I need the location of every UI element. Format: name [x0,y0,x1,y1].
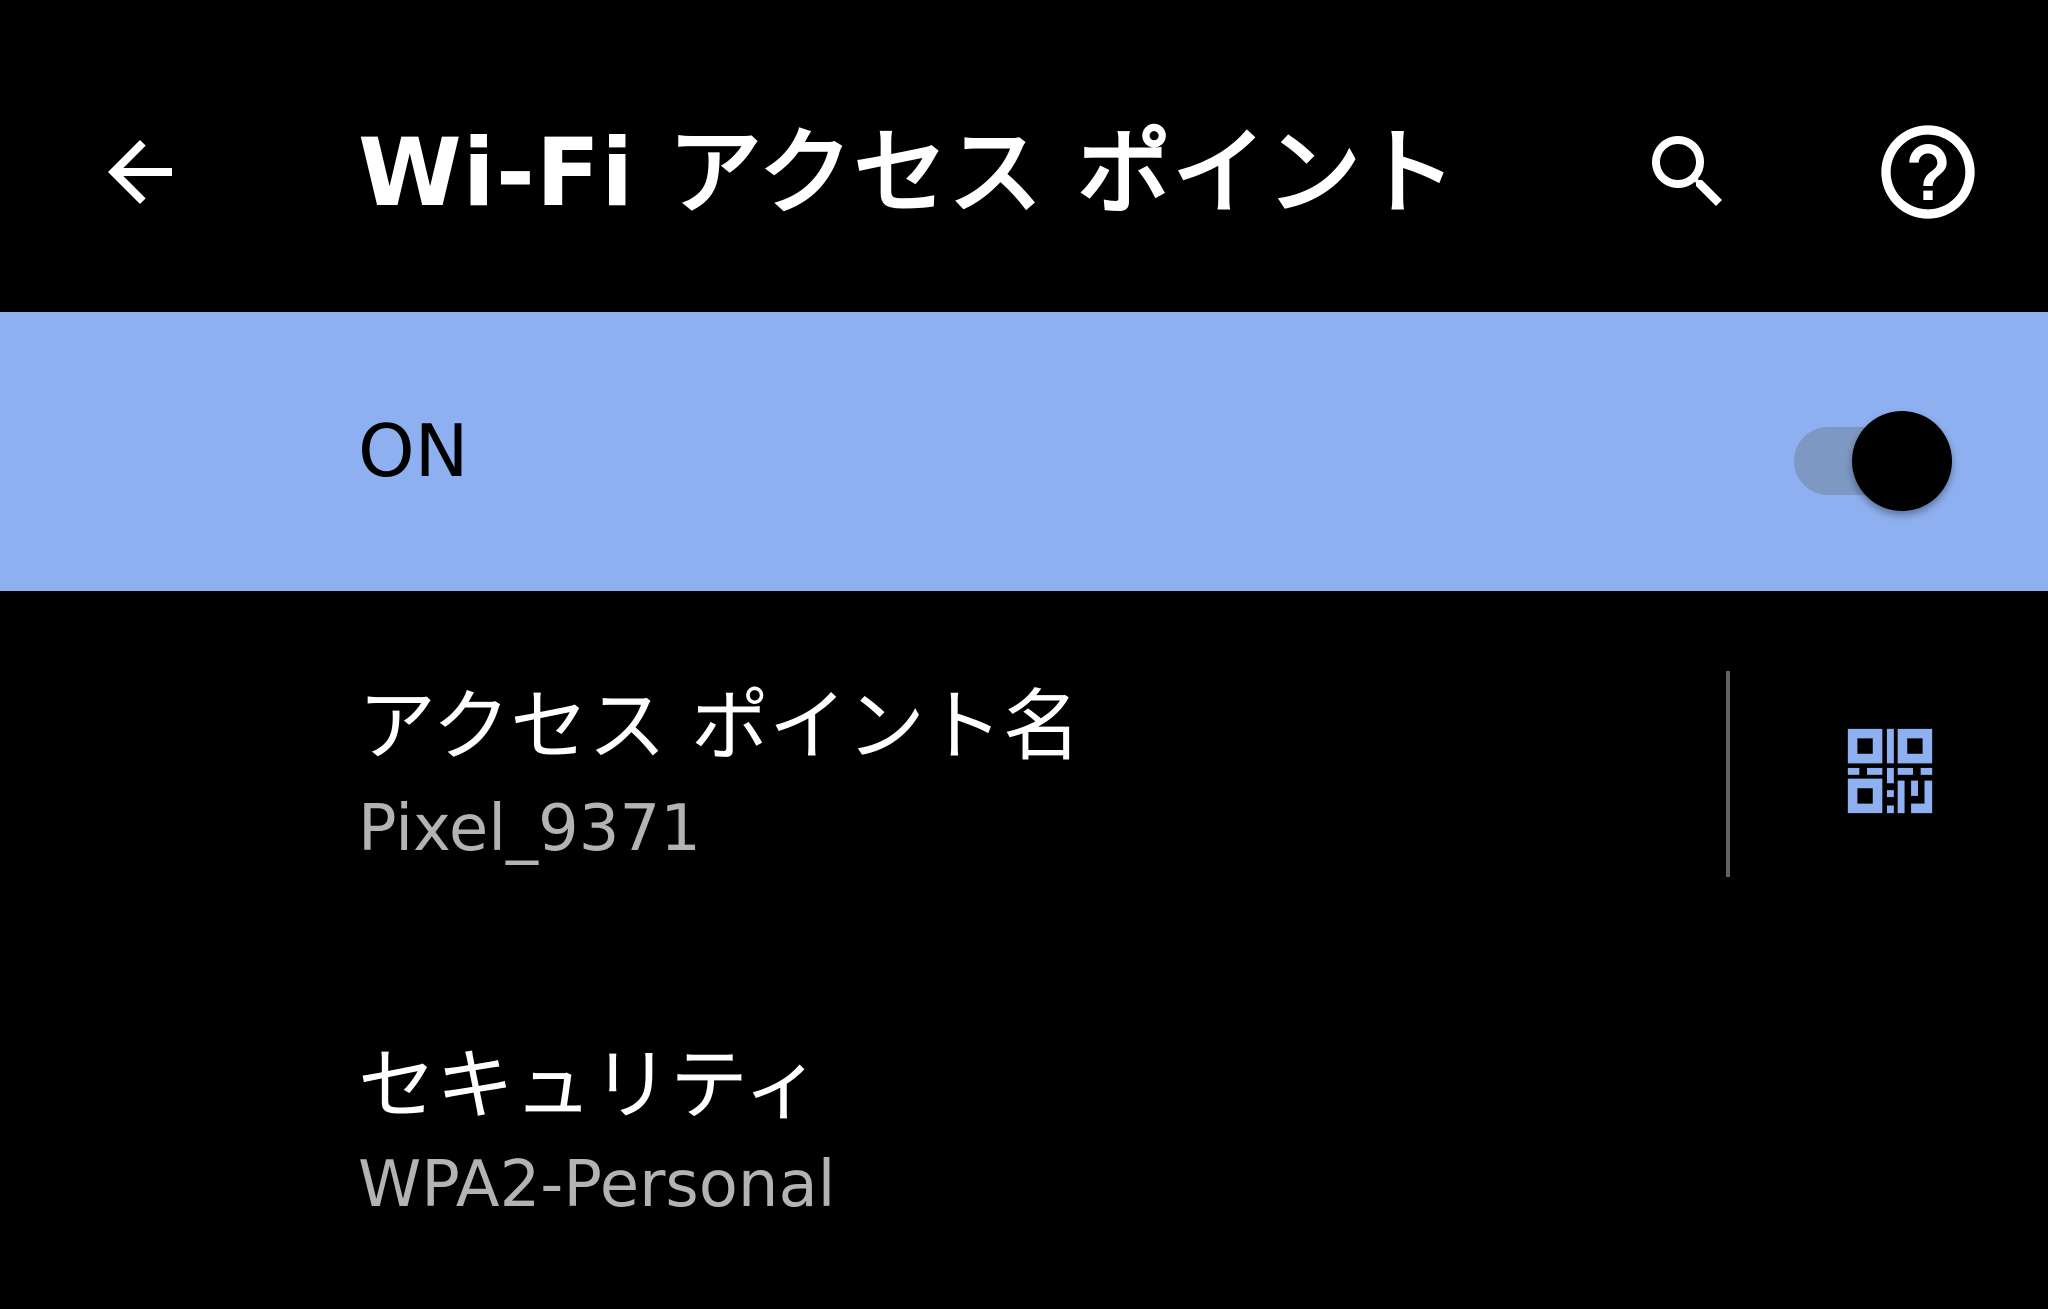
vertical-divider [1726,671,1730,877]
access-point-name-item[interactable]: アクセス ポイント名 Pixel_9371 [0,591,2048,953]
qr-code-icon [1847,728,1933,814]
search-button[interactable] [1628,112,1748,232]
app-bar: Wi-Fi アクセス ポイント [0,0,2048,312]
arrow-back-icon [108,140,172,204]
share-qr-button[interactable] [1830,711,1950,831]
switch-thumb [1852,411,1952,511]
security-item[interactable]: セキュリティ WPA2-Personal [0,953,2048,1309]
back-button[interactable] [80,112,200,232]
security-title: セキュリティ [358,1041,822,1131]
search-icon [1652,136,1722,206]
access-point-name-title: アクセス ポイント名 [358,682,1081,772]
help-button[interactable] [1868,112,1988,232]
access-point-name-value: Pixel_9371 [358,792,701,866]
security-value: WPA2-Personal [358,1148,836,1222]
master-switch-label: ON [358,409,469,493]
master-toggle-switch[interactable] [1790,394,1960,511]
master-switch-bar[interactable]: ON [0,312,2048,591]
help-circle-icon [1881,125,1975,219]
page-title: Wi-Fi アクセス ポイント [358,119,1458,228]
